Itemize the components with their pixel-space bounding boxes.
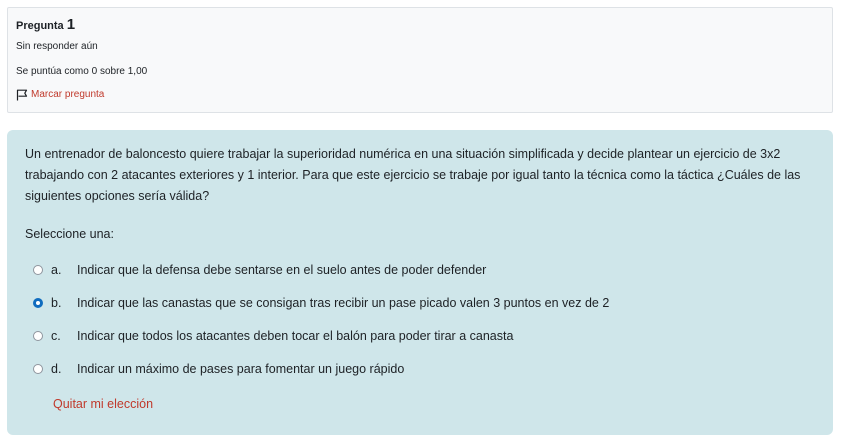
answer-list: a. Indicar que la defensa debe sentarse … [25, 253, 815, 385]
answer-option-a[interactable]: a. Indicar que la defensa debe sentarse … [25, 253, 815, 286]
question-state: Sin responder aún [16, 41, 98, 52]
question-number-heading: Pregunta 1 [16, 16, 824, 34]
question-info-panel: Pregunta 1 Sin responder aún Se puntúa co… [7, 7, 833, 113]
question-label: Pregunta [16, 20, 64, 32]
flag-icon [16, 89, 28, 101]
question-content-panel: Un entrenador de baloncesto quiere traba… [7, 130, 833, 435]
answer-letter: c. [51, 328, 61, 343]
answer-option-c[interactable]: c. Indicar que todos los atacantes deben… [25, 319, 815, 352]
answer-text: Indicar que todos los atacantes deben to… [77, 328, 514, 343]
answer-text: Indicar que las canastas que se consigan… [77, 295, 610, 310]
flag-question-link[interactable]: Marcar pregunta [16, 84, 824, 106]
clear-choice-link[interactable]: Quitar mi elección [53, 397, 153, 411]
answer-radio-d[interactable] [33, 363, 43, 374]
answer-prompt: Seleccione una: [25, 227, 114, 241]
answer-text: Indicar que la defensa debe sentarse en … [77, 262, 487, 277]
answer-radio-b[interactable] [33, 297, 43, 308]
question-number: 1 [66, 16, 76, 33]
answer-letter: b. [51, 295, 62, 310]
answer-letter: a. [51, 262, 62, 277]
flag-question-label: Marcar pregunta [31, 89, 105, 100]
question-grade: Se puntúa como 0 sobre 1,00 [16, 66, 148, 77]
question-text: Un entrenador de baloncesto quiere traba… [25, 147, 801, 203]
answer-option-d[interactable]: d. Indicar un máximo de pases para fomen… [25, 352, 815, 385]
answer-option-b[interactable]: b. Indicar que las canastas que se consi… [25, 286, 815, 319]
answer-text: Indicar un máximo de pases para fomentar… [77, 361, 405, 376]
answer-letter: d. [51, 361, 62, 376]
answer-radio-a[interactable] [33, 264, 43, 275]
answer-radio-c[interactable] [33, 330, 43, 341]
